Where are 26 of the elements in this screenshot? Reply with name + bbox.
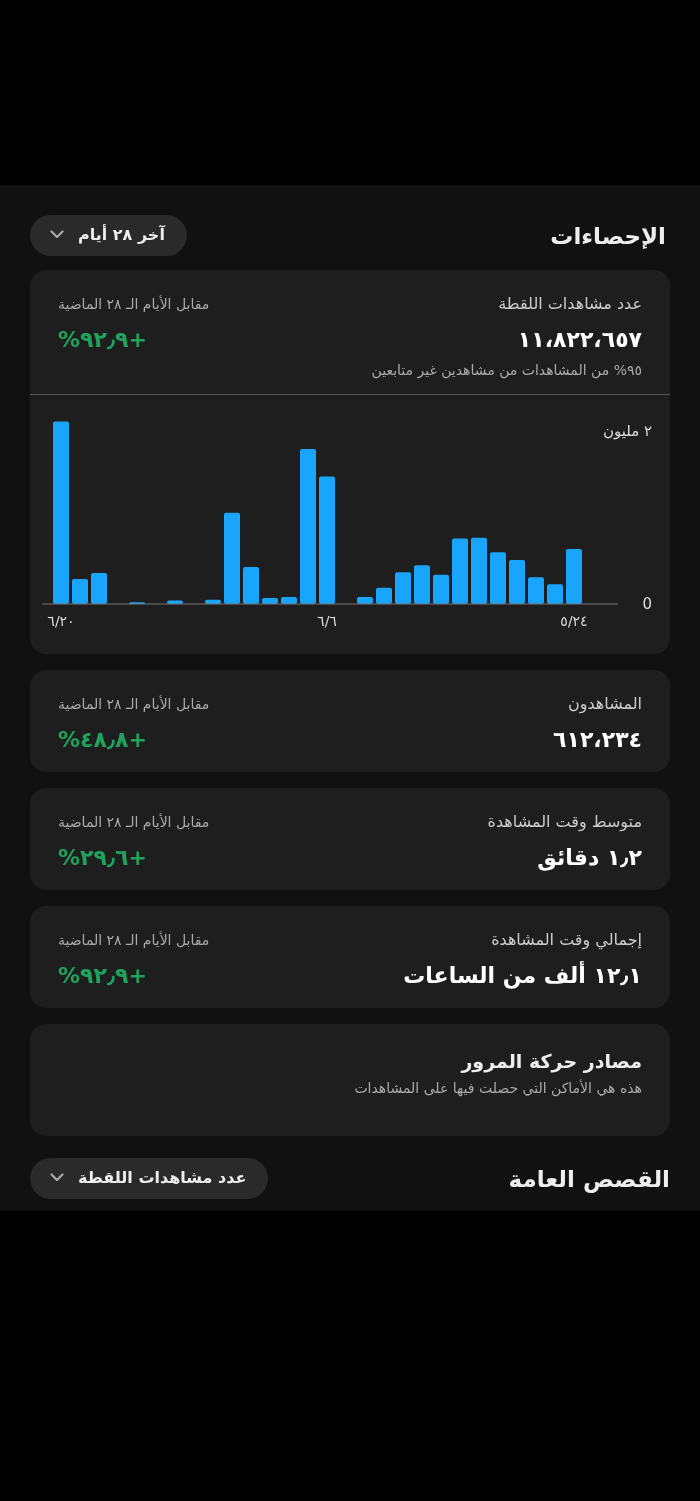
change-percent: +٢٩٫٦% (58, 845, 147, 870)
comparison-label: مقابل الأيام الـ ٢٨ الماضية (58, 295, 210, 312)
section-title: القصص العامة (508, 1165, 670, 1192)
metric-value: ٦١٢،٢٣٤ (553, 727, 642, 752)
metric-value: ١٢٫١ ألف من الساعات (403, 963, 642, 988)
comparison-label: مقابل الأيام الـ ٢٨ الماضية (58, 813, 210, 830)
metric-title: المشاهدون (567, 694, 642, 713)
metric-title: متوسط وقت المشاهدة (487, 812, 642, 831)
y-axis-label: ٢ مليون (602, 422, 652, 441)
comparison-label: مقابل الأيام الـ ٢٨ الماضية (58, 695, 210, 712)
x-axis-label: ٥/٢٤ (560, 613, 588, 629)
x-axis-label: ٦/٦ (317, 613, 337, 629)
x-axis-label: ٦/٢٠ (47, 613, 75, 629)
metric-value: ١٫٢ دقائق (537, 845, 642, 870)
comparison-label: مقابل الأيام الـ ٢٨ الماضية (58, 931, 210, 948)
card-title: مصادر حركة المرور (459, 1050, 642, 1072)
change-percent: +٩٢٫٩% (58, 963, 147, 988)
section-title: الإحصاءات (550, 222, 666, 249)
change-percent: +٩٢٫٩% (58, 327, 147, 352)
metric-note: ٩٥% من المشاهدات من مشاهدين غير متابعين (370, 362, 642, 378)
metric-title: إجمالي وقت المشاهدة (491, 930, 642, 949)
card-subtitle: هذه هي الأماكن التي حصلت فيها على المشاهدات (353, 1080, 642, 1096)
y-axis-label: 0 (642, 594, 652, 613)
metric-value: ١١،٨٢٢،٦٥٧ (517, 327, 642, 352)
change-percent: +٤٨٫٨% (58, 727, 147, 752)
metric-title: عدد مشاهدات اللقطة (498, 294, 642, 313)
